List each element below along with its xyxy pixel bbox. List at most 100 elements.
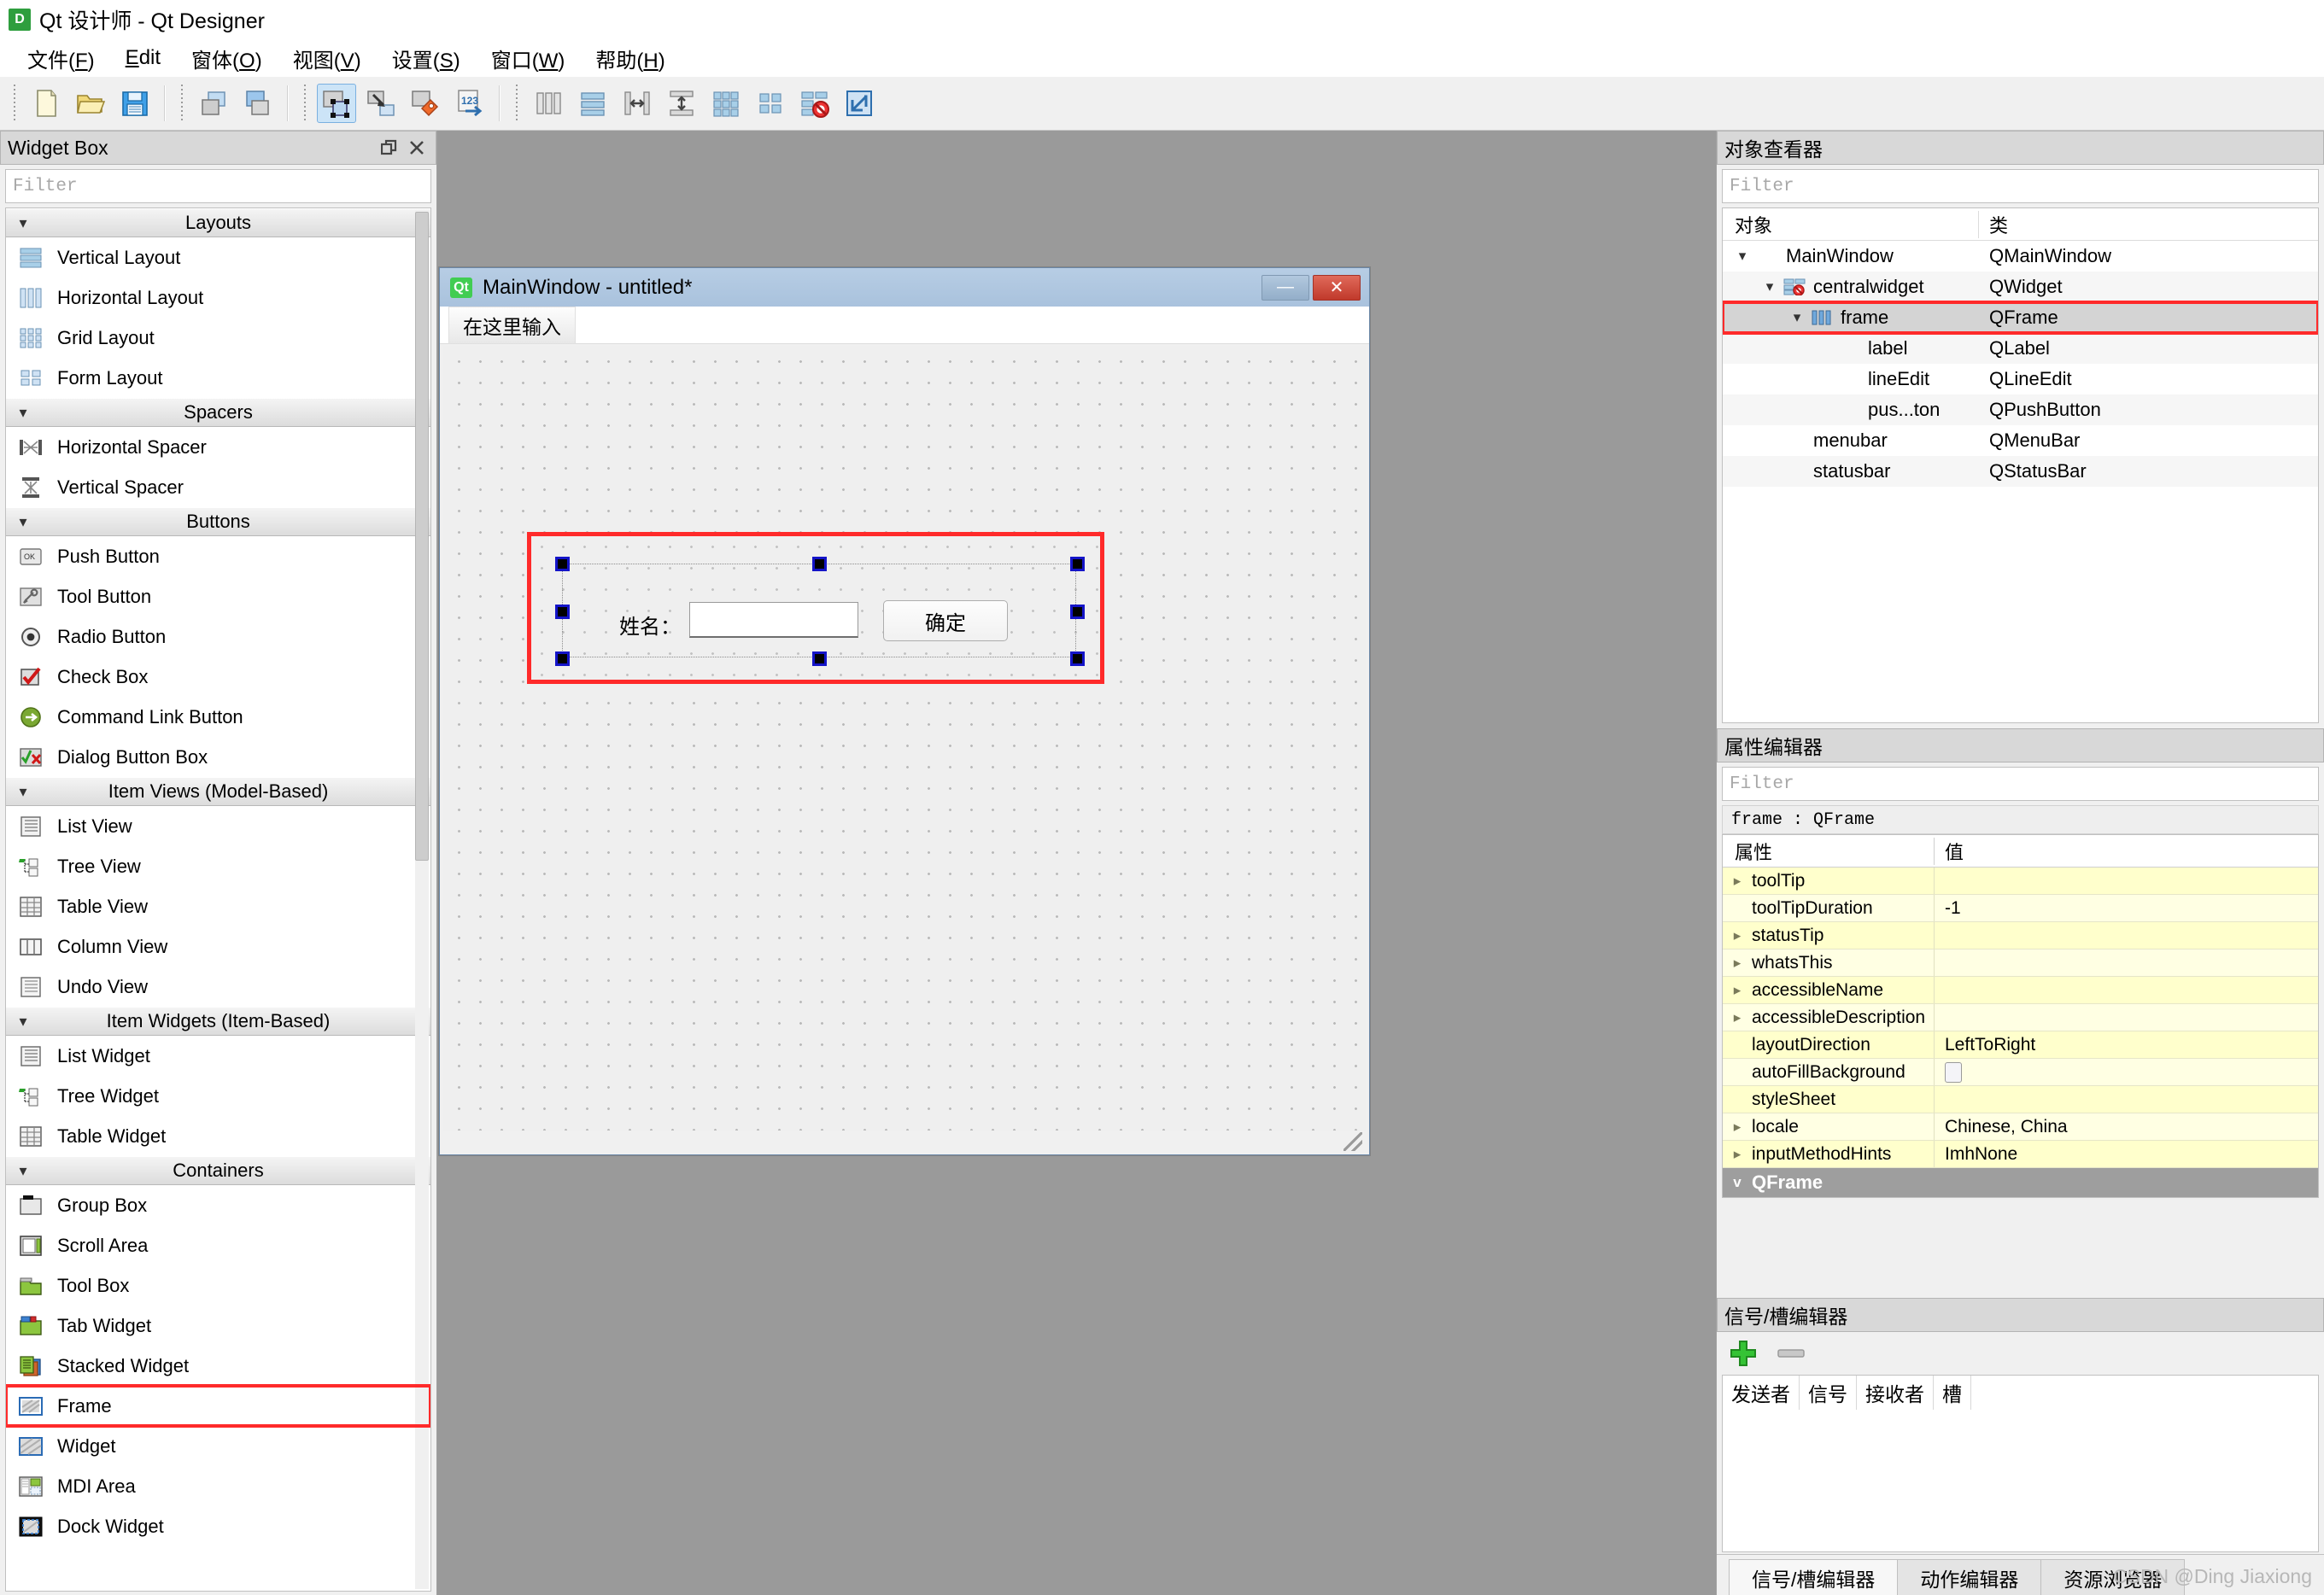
widget-box-item-table-widget[interactable]: Table Widget xyxy=(6,1116,430,1156)
widget-box-item-dock-widget[interactable]: Dock Widget xyxy=(6,1506,430,1546)
plus-icon[interactable] xyxy=(1729,1339,1758,1368)
widget-box-item-mdi-area[interactable]: MDI Area xyxy=(6,1466,430,1506)
signal-slot-column-2[interactable]: 接收者 xyxy=(1857,1376,1934,1410)
menu-file[interactable]: 文件(F) xyxy=(12,40,110,77)
layout-split-vertical-icon[interactable] xyxy=(662,84,701,123)
widget-box-group-item-widgets-item-based[interactable]: ▾ Item Widgets (Item-Based) xyxy=(6,1007,430,1036)
form-label[interactable]: 姓名： xyxy=(619,610,681,640)
property-row-autofillbackground[interactable]: autoFillBackground xyxy=(1723,1059,2318,1086)
widget-box-item-tree-widget[interactable]: Tree Widget xyxy=(6,1076,430,1116)
form-centralwidget[interactable]: 姓名： 确定 xyxy=(443,346,1366,1131)
widget-box-item-command-link-button[interactable]: Command Link Button xyxy=(6,697,430,737)
form-push-button[interactable]: 确定 xyxy=(883,600,1008,641)
widget-box-group-spacers[interactable]: ▾ Spacers xyxy=(6,398,430,427)
property-value-cell[interactable]: Chinese, China xyxy=(1935,1117,2318,1137)
widget-box-item-grid-layout[interactable]: Grid Layout xyxy=(6,318,430,358)
form-menu-placeholder[interactable]: 在这里输入 xyxy=(448,306,576,344)
new-file-icon[interactable] xyxy=(26,84,66,123)
chevron-right-icon[interactable]: ▸ xyxy=(1723,873,1752,890)
widget-box-item-column-view[interactable]: Column View xyxy=(6,926,430,967)
toolbar-grip[interactable] xyxy=(178,85,186,122)
widget-box-item-form-layout[interactable]: Form Layout xyxy=(6,358,430,398)
widget-box-item-horizontal-spacer[interactable]: Horizontal Spacer xyxy=(6,427,430,467)
property-value-cell[interactable] xyxy=(1935,1061,2318,1083)
widget-box-item-table-view[interactable]: Table View xyxy=(6,886,430,926)
widget-box-item-tree-view[interactable]: Tree View xyxy=(6,846,430,886)
property-value-cell[interactable]: ImhNone xyxy=(1935,1144,2318,1165)
signal-slot-column-1[interactable]: 信号 xyxy=(1800,1376,1857,1410)
form-minimize-button[interactable]: — xyxy=(1262,274,1309,301)
design-canvas[interactable]: Qt MainWindow - untitled* — ✕ 在这里输入 姓名： … xyxy=(437,131,1716,1595)
object-inspector-filter-input[interactable]: Filter xyxy=(1722,169,2319,203)
adjust-size-icon[interactable] xyxy=(840,84,879,123)
toolbar-grip[interactable] xyxy=(301,85,309,122)
resize-handle-bottom-center[interactable] xyxy=(812,651,827,666)
widget-box-item-tab-widget[interactable]: Tab Widget xyxy=(6,1306,430,1346)
object-tree-row-centralwidget[interactable]: ▾ centralwidget QWidget xyxy=(1723,272,2318,302)
menu-help[interactable]: 帮助(H) xyxy=(580,40,680,77)
signal-slot-column-3[interactable]: 槽 xyxy=(1934,1376,1971,1410)
widget-box-item-widget[interactable]: Widget xyxy=(6,1426,430,1466)
chevron-right-icon[interactable]: ▸ xyxy=(1723,1119,1752,1136)
chevron-right-icon[interactable]: ▸ xyxy=(1723,927,1752,944)
layout-grid-icon[interactable] xyxy=(706,84,746,123)
signal-slot-column-0[interactable]: 发送者 xyxy=(1723,1376,1800,1410)
widget-box-group-containers[interactable]: ▾ Containers xyxy=(6,1156,430,1185)
break-layout-icon[interactable] xyxy=(795,84,834,123)
object-tree[interactable]: 对象 类 ▾ MainWindow QMainWindow ▾ centralwidge… xyxy=(1722,207,2319,723)
property-checkbox[interactable] xyxy=(1945,1061,1962,1083)
object-tree-row-mainwindow[interactable]: ▾ MainWindow QMainWindow xyxy=(1723,241,2318,272)
widget-box-item-frame[interactable]: Frame xyxy=(6,1384,430,1428)
open-folder-icon[interactable] xyxy=(71,84,110,123)
resize-handle-top-right[interactable] xyxy=(1070,557,1085,571)
menu-settings[interactable]: 设置(S) xyxy=(377,40,476,77)
signal-slot-table[interactable]: 发送者 信号 接收者槽 xyxy=(1722,1375,2319,1552)
toolbar-grip[interactable] xyxy=(512,85,521,122)
menu-view[interactable]: 视图(V) xyxy=(278,40,377,77)
widget-box-item-stacked-widget[interactable]: Stacked Widget xyxy=(6,1346,430,1386)
form-window[interactable]: Qt MainWindow - untitled* — ✕ 在这里输入 姓名： … xyxy=(439,267,1370,1155)
bottom-tab-信号槽编辑器[interactable]: 信号/槽编辑器 xyxy=(1729,1559,1899,1595)
widget-box-group-item-views-model-based[interactable]: ▾ Item Views (Model-Based) xyxy=(6,777,430,806)
object-tree-row-frame[interactable]: ▾ frame QFrame xyxy=(1723,301,2318,335)
form-close-button[interactable]: ✕ xyxy=(1313,274,1361,301)
edit-tab-order-icon[interactable]: 123 xyxy=(450,84,489,123)
widget-box-item-tool-button[interactable]: Tool Button xyxy=(6,576,430,616)
chevron-right-icon[interactable]: ▸ xyxy=(1723,982,1752,999)
widget-box-item-list-widget[interactable]: List Widget xyxy=(6,1036,430,1076)
widget-box-item-vertical-spacer[interactable]: Vertical Spacer xyxy=(6,467,430,507)
property-row-tooltipduration[interactable]: toolTipDuration -1 xyxy=(1723,895,2318,922)
resize-handle-middle-left[interactable] xyxy=(555,605,570,619)
selected-frame[interactable]: 姓名： 确定 xyxy=(527,532,1104,684)
menu-form[interactable]: 窗体(O) xyxy=(176,40,278,77)
widget-box-item-radio-button[interactable]: Radio Button xyxy=(6,616,430,657)
property-row-inputmethodhints[interactable]: ▸ inputMethodHints ImhNone xyxy=(1723,1141,2318,1168)
property-value-cell[interactable]: -1 xyxy=(1935,898,2318,919)
property-value-cell[interactable]: LeftToRight xyxy=(1935,1035,2318,1055)
object-tree-row-label[interactable]: label QLabel xyxy=(1723,333,2318,364)
resize-handle-top-left[interactable] xyxy=(555,557,570,571)
widget-box-scrollbar-thumb[interactable] xyxy=(415,212,429,861)
widget-box-item-push-button[interactable]: OK Push Button xyxy=(6,536,430,576)
widget-box-item-group-box[interactable]: Group Box xyxy=(6,1185,430,1225)
property-row-accessiblename[interactable]: ▸ accessibleName xyxy=(1723,977,2318,1004)
copy-windows-icon[interactable] xyxy=(194,84,233,123)
resize-handle-bottom-left[interactable] xyxy=(555,651,570,666)
chevron-right-icon[interactable]: ▸ xyxy=(1723,955,1752,972)
layout-horizontal-icon[interactable] xyxy=(529,84,568,123)
edit-signals-slots-icon[interactable] xyxy=(361,84,401,123)
property-row-tooltip[interactable]: ▸ toolTip xyxy=(1723,868,2318,895)
toolbar-grip[interactable] xyxy=(10,85,19,122)
property-row-statustip[interactable]: ▸ statusTip xyxy=(1723,922,2318,949)
chevron-right-icon[interactable]: ▸ xyxy=(1723,1009,1752,1026)
property-row-locale[interactable]: ▸ locale Chinese, China xyxy=(1723,1113,2318,1141)
layout-vertical-icon[interactable] xyxy=(573,84,612,123)
property-table[interactable]: 属性 值 ▸ toolTip toolTipDuration -1 ▸ statusTip… xyxy=(1722,834,2319,1198)
object-tree-row-puston[interactable]: pus...ton QPushButton xyxy=(1723,394,2318,425)
widget-box-item-vertical-layout[interactable]: Vertical Layout xyxy=(6,237,430,278)
resize-handle-bottom-right[interactable] xyxy=(1070,651,1085,666)
edit-widgets-icon[interactable] xyxy=(317,84,356,123)
property-row-accessibledescription[interactable]: ▸ accessibleDescription xyxy=(1723,1004,2318,1031)
widget-box-item-undo-view[interactable]: Undo View xyxy=(6,967,430,1007)
menu-window[interactable]: 窗口(W) xyxy=(476,40,581,77)
